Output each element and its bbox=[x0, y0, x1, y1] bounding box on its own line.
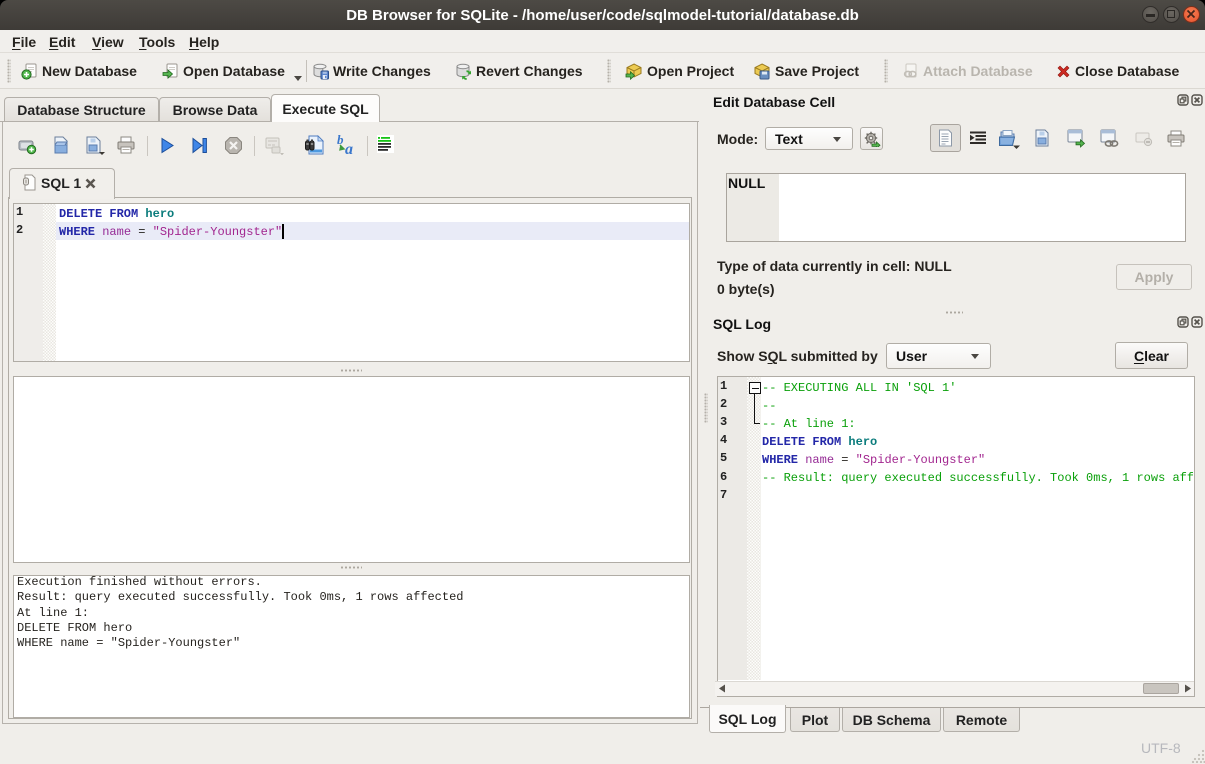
svg-text:a: a bbox=[345, 141, 353, 156]
